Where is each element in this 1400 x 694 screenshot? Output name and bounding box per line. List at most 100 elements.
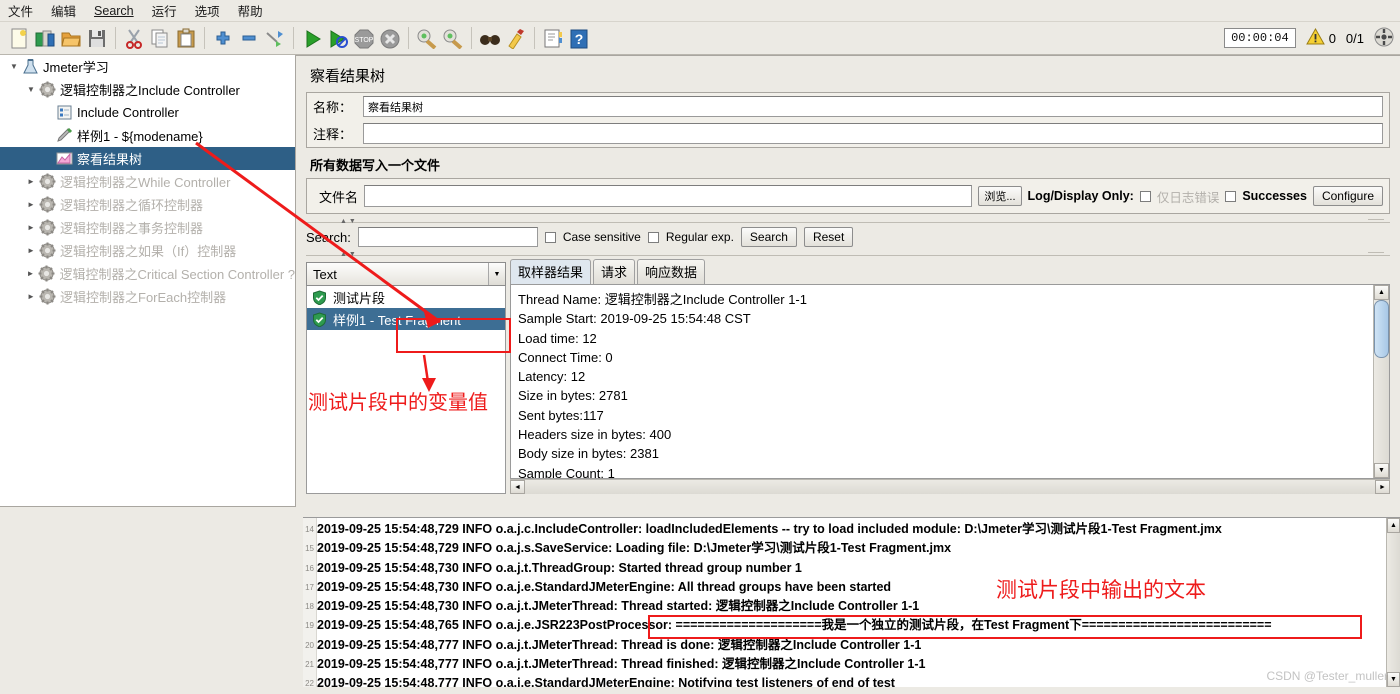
errors-only-label: 仅日志错误	[1156, 190, 1220, 205]
tree-node[interactable]: ► 逻辑控制器之While Controller	[0, 170, 295, 193]
clear-icon[interactable]	[414, 25, 440, 51]
detail-horizontal-scrollbar[interactable]: ◄ ►	[510, 479, 1390, 494]
scroll-left-button[interactable]: ◄	[510, 480, 525, 494]
menu-item-run[interactable]: 运行	[150, 0, 179, 21]
regular-exp-checkbox[interactable]	[647, 231, 659, 243]
log-line-number: 17	[305, 582, 314, 592]
search-reset-icon[interactable]	[503, 25, 529, 51]
log-line: 2019-09-25 15:54:48,729 INFO o.a.j.s.Sav…	[317, 541, 952, 556]
tree-toggle-icon[interactable]: ►	[25, 246, 37, 255]
active-threads-icon[interactable]	[1374, 27, 1394, 50]
comment-label: 注释：	[313, 127, 353, 142]
search-button[interactable]: Search	[740, 227, 797, 247]
name-comment-box: 名称： 察看结果树 注释：	[306, 92, 1390, 148]
reset-button[interactable]: Reset	[803, 227, 854, 247]
main-split: ▼ Jmeter学习 ▼ 逻辑控制器之Include Controller Includ…	[0, 55, 1400, 507]
splitter-arrows[interactable]: ▲▼	[340, 218, 358, 225]
tree-node[interactable]: ► 逻辑控制器之循环控制器	[0, 193, 295, 216]
log-scroll-down-button[interactable]: ▼	[1387, 672, 1400, 687]
menu-item-search[interactable]: Search	[92, 3, 136, 19]
browse-button[interactable]: 浏览...	[978, 186, 1022, 206]
tree-toggle-icon[interactable]: ►	[25, 200, 37, 209]
splitter-top[interactable]: ▲▼	[306, 218, 1390, 227]
function-helper-icon[interactable]	[540, 25, 566, 51]
tree-node[interactable]: Include Controller	[0, 101, 295, 124]
tree-node[interactable]: ► 逻辑控制器之ForEach控制器	[0, 285, 295, 308]
hscroll-track[interactable]	[525, 480, 1375, 494]
tree-toggle-icon[interactable]: ►	[25, 223, 37, 232]
tree-node[interactable]: ▼ 逻辑控制器之Include Controller	[0, 78, 295, 101]
paste-icon[interactable]	[173, 25, 199, 51]
results-left: Text ▼ 测试片段 样例1 - Test Fragment	[306, 262, 506, 494]
tree-node[interactable]: 察看结果树	[0, 147, 295, 170]
splitter-bottom[interactable]: ▲▼	[306, 251, 1390, 260]
configure-button[interactable]: Configure	[1312, 186, 1383, 206]
case-sensitive-checkbox[interactable]	[544, 231, 556, 243]
warning-icon[interactable]	[1305, 27, 1325, 48]
result-tab[interactable]: 请求	[593, 259, 636, 284]
menu-item-file[interactable]: 文件	[6, 0, 35, 21]
clear-all-icon[interactable]	[440, 25, 466, 51]
tree-node[interactable]: ▼ Jmeter学习	[0, 55, 295, 78]
log-scroll-track[interactable]	[1387, 533, 1400, 672]
list-item[interactable]: 测试片段	[307, 286, 505, 308]
log-scroll-up-button[interactable]: ▲	[1387, 518, 1400, 533]
log-line: 2019-09-25 15:54:48,777 INFO o.a.j.e.Sta…	[317, 676, 895, 687]
render-select[interactable]: Text ▼	[306, 262, 506, 286]
expand-icon[interactable]	[210, 25, 236, 51]
start-no-pauses-icon[interactable]	[325, 25, 351, 51]
scroll-thumb[interactable]	[1374, 300, 1389, 358]
tree-toggle-icon[interactable]: ▼	[25, 85, 37, 94]
save-icon[interactable]	[84, 25, 110, 51]
scroll-right-button[interactable]: ►	[1375, 480, 1390, 494]
filename-input[interactable]	[364, 185, 973, 207]
log-vertical-scrollbar[interactable]: ▲ ▼	[1386, 518, 1400, 687]
help-icon[interactable]: ?	[566, 25, 592, 51]
test-plan-tree[interactable]: ▼ Jmeter学习 ▼ 逻辑控制器之Include Controller Includ…	[0, 55, 296, 507]
name-input[interactable]: 察看结果树	[363, 96, 1383, 117]
open-icon[interactable]	[58, 25, 84, 51]
shutdown-icon[interactable]	[377, 25, 403, 51]
splitter-arrows[interactable]: ▲▼	[340, 251, 358, 258]
tree-node[interactable]: ► 逻辑控制器之如果（If）控制器	[0, 239, 295, 262]
collapse-icon[interactable]	[236, 25, 262, 51]
stop-icon[interactable]: STOP	[351, 25, 377, 51]
tree-node[interactable]: ► 逻辑控制器之Critical Section Controller ?	[0, 262, 295, 285]
menu-item-edit[interactable]: 编辑	[49, 0, 78, 21]
comment-input[interactable]	[363, 123, 1383, 144]
new-icon[interactable]	[6, 25, 32, 51]
copy-icon[interactable]	[147, 25, 173, 51]
log-line-number: 15	[305, 544, 314, 554]
detail-line: Latency: 12	[518, 369, 586, 385]
tree-toggle-icon[interactable]: ►	[25, 177, 37, 186]
detail-vertical-scrollbar[interactable]: ▲ ▼	[1373, 285, 1389, 478]
tree-toggle-icon[interactable]: ►	[25, 292, 37, 301]
scroll-up-button[interactable]: ▲	[1374, 285, 1389, 300]
tree-node[interactable]: 样例1 - ${modename}	[0, 124, 295, 147]
templates-icon[interactable]	[32, 25, 58, 51]
tree-toggle-icon[interactable]: ▼	[8, 62, 20, 71]
log-line: 2019-09-25 15:54:48,777 INFO o.a.j.t.JMe…	[317, 657, 926, 672]
successes-checkbox[interactable]	[1225, 190, 1237, 202]
log-line-numbers: 14 15 16 17 18 19 20 21 22	[303, 518, 317, 688]
toggle-icon[interactable]	[262, 25, 288, 51]
output-text-highlight-box	[648, 615, 1362, 639]
thread-group-icon	[37, 242, 57, 260]
search-icon[interactable]	[477, 25, 503, 51]
scroll-track[interactable]	[1374, 358, 1389, 463]
search-input[interactable]	[357, 227, 538, 247]
result-tab[interactable]: 响应数据	[637, 259, 706, 284]
tree-toggle-icon[interactable]: ►	[24, 269, 36, 278]
menu-item-options[interactable]: 选项	[193, 0, 222, 21]
tree-node[interactable]: ► 逻辑控制器之事务控制器	[0, 216, 295, 239]
sampler-result-box[interactable]: Thread Name: 逻辑控制器之Include Controller 1-…	[510, 284, 1390, 479]
cut-icon[interactable]	[121, 25, 147, 51]
start-icon[interactable]	[299, 25, 325, 51]
menu-item-help[interactable]: 帮助	[236, 0, 265, 21]
log-panel[interactable]: 14 15 16 17 18 19 20 21 22 2019-09-25 15:54:48,7…	[303, 517, 1400, 688]
chevron-down-icon[interactable]: ▼	[488, 263, 505, 285]
elapsed-timer: 00:00:04	[1224, 28, 1296, 48]
scroll-down-button[interactable]: ▼	[1374, 463, 1389, 478]
errors-only-checkbox[interactable]	[1139, 190, 1151, 202]
result-tab[interactable]: 取样器结果	[510, 259, 592, 284]
